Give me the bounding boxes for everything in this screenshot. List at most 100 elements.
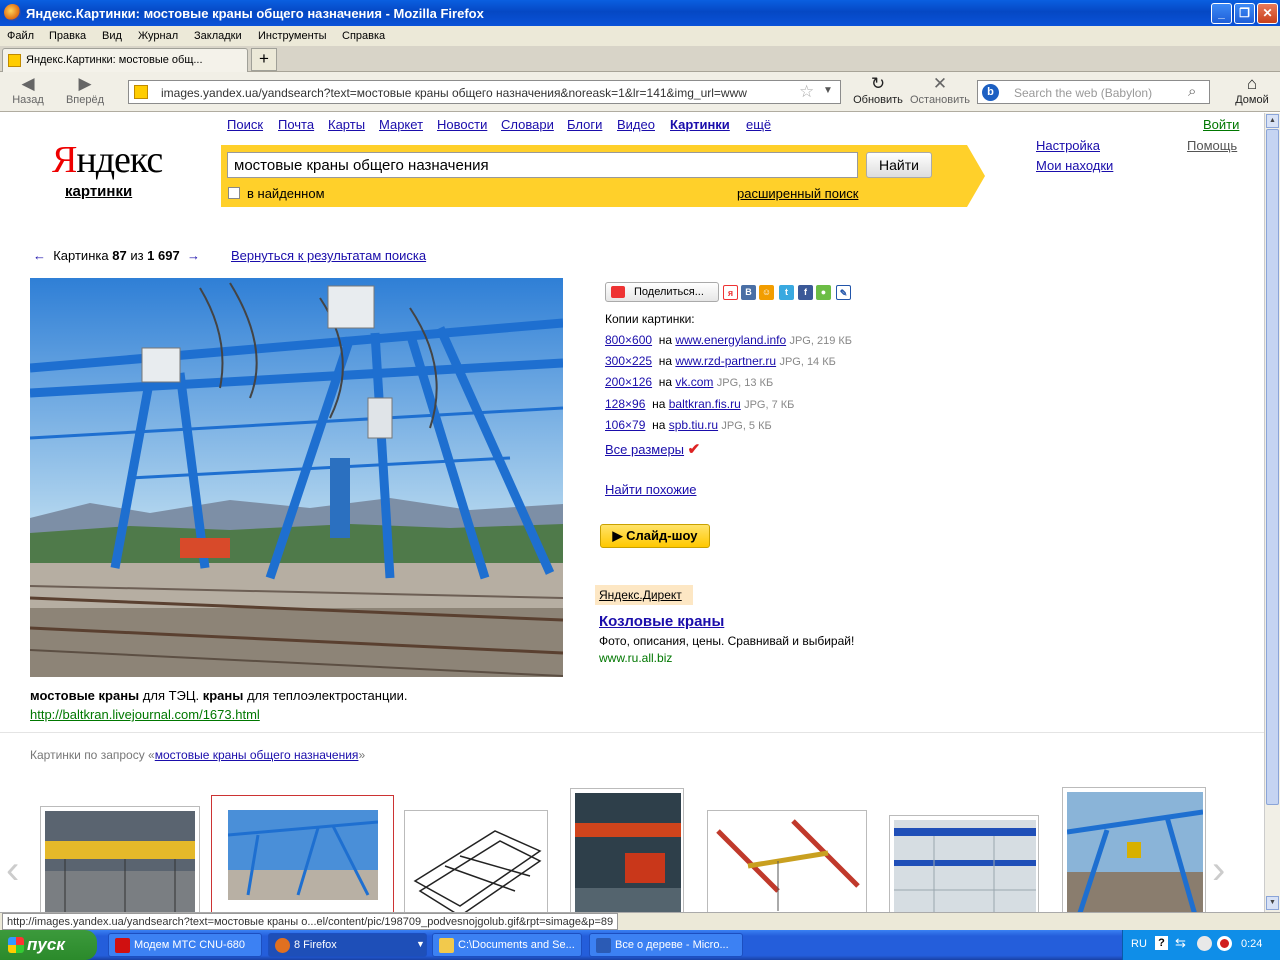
service-market[interactable]: Маркет [379, 117, 423, 132]
search-icon[interactable]: ⌕ [1188, 83, 1196, 100]
carousel-next-icon[interactable]: › [1212, 848, 1225, 893]
slideshow-button[interactable]: ▶ Слайд-шоу [600, 524, 710, 548]
thumbnail-selected[interactable] [211, 795, 394, 912]
minimize-icon[interactable]: _ [1211, 3, 1232, 24]
thumbnail[interactable] [889, 815, 1039, 912]
task-firefox[interactable]: 8 Firefox ▼ [268, 933, 427, 957]
home-button[interactable]: ⌂ Домой [1232, 74, 1272, 106]
task-word[interactable]: Все о дереве - Micro... [589, 933, 743, 957]
volume-icon[interactable] [1197, 936, 1212, 951]
service-maps[interactable]: Карты [328, 117, 365, 132]
network-icon[interactable]: ⇆ [1175, 935, 1186, 951]
service-blogs[interactable]: Блоги [567, 117, 602, 132]
ad-url[interactable]: www.ru.all.biz [599, 651, 672, 665]
copy-site-link[interactable]: www.energyland.info [675, 333, 786, 347]
url-text[interactable]: images.yandex.ua/yandsearch?text=мостовы… [161, 86, 791, 100]
clock[interactable]: 0:24 [1241, 938, 1262, 950]
scroll-down-icon[interactable]: ▼ [1266, 896, 1279, 910]
source-link[interactable]: http://baltkran.livejournal.com/1673.htm… [30, 707, 260, 722]
url-bar[interactable]: images.yandex.ua/yandsearch?text=мостовы… [128, 80, 841, 104]
service-mail[interactable]: Почта [278, 117, 314, 132]
service-more[interactable]: ещё [746, 117, 771, 132]
web-search-bar[interactable]: b Search the web (Babylon) ⌕ [977, 80, 1210, 104]
next-image-arrow[interactable]: → [187, 248, 200, 263]
babylon-icon[interactable]: b [982, 84, 999, 101]
task-explorer[interactable]: C:\Documents and Se... [432, 933, 582, 957]
scroll-thumb[interactable] [1266, 129, 1279, 805]
in-found-label[interactable]: в найденном [247, 186, 325, 201]
menu-view[interactable]: Вид [102, 30, 122, 42]
service-video[interactable]: Видео [617, 117, 655, 132]
yandex-direct-label[interactable]: Яндекс.Директ [595, 585, 693, 605]
copy-site-link[interactable]: spb.tiu.ru [669, 418, 718, 432]
ya-ru-icon[interactable]: я [723, 285, 738, 300]
odnoklassniki-icon[interactable]: ☺ [759, 285, 774, 300]
copy-size-link[interactable]: 800×600 [605, 333, 652, 347]
reload-button[interactable]: ↻ Обновить [850, 74, 906, 106]
thumbnail[interactable] [570, 788, 684, 912]
menu-tools[interactable]: Инструменты [258, 30, 327, 42]
share-button[interactable]: Поделиться... [605, 282, 719, 302]
back-button[interactable]: ◀ Назад [8, 74, 48, 106]
close-icon[interactable]: ✕ [1257, 3, 1278, 24]
copy-site-link[interactable]: www.rzd-partner.ru [675, 354, 776, 368]
tab-yandex-images[interactable]: Яндекс.Картинки: мостовые общ... [2, 48, 248, 72]
bookmark-star-icon[interactable]: ☆ [799, 82, 814, 102]
related-query-link[interactable]: мостовые краны общего назначения [155, 748, 359, 762]
service-dictionaries[interactable]: Словари [501, 117, 554, 132]
menu-file[interactable]: Файл [7, 30, 34, 42]
find-similar-link[interactable]: Найти похожие [605, 482, 696, 497]
new-tab-button[interactable]: + [251, 48, 277, 71]
login-link[interactable]: Войти [1203, 117, 1239, 132]
vkontakte-icon[interactable]: В [741, 285, 756, 300]
my-finds-link[interactable]: Мои находки [1036, 158, 1113, 173]
all-sizes-link[interactable]: Все размеры [605, 442, 684, 457]
advanced-search-link[interactable]: расширенный поиск [737, 186, 858, 201]
logo-subtitle[interactable]: картинки [65, 183, 132, 200]
twitter-icon[interactable]: t [779, 285, 794, 300]
copy-size-link[interactable]: 200×126 [605, 375, 652, 389]
task-group-dropdown-icon[interactable]: ▼ [416, 939, 425, 949]
language-indicator[interactable]: RU [1131, 938, 1147, 950]
back-to-results-link[interactable]: Вернуться к результатам поиска [231, 248, 426, 263]
maximize-icon[interactable]: ❐ [1234, 3, 1255, 24]
menu-bookmarks[interactable]: Закладки [194, 30, 242, 42]
main-image[interactable] [30, 278, 563, 677]
prev-image-arrow[interactable]: ← [33, 248, 46, 263]
service-search[interactable]: Поиск [227, 117, 263, 132]
search-placeholder[interactable]: Search the web (Babylon) [1014, 86, 1152, 100]
carousel-prev-icon[interactable]: ‹ [6, 848, 19, 893]
service-images[interactable]: Картинки [670, 117, 730, 132]
help-link[interactable]: Помощь [1187, 138, 1237, 153]
facebook-icon[interactable]: f [798, 285, 813, 300]
help-icon[interactable]: ? [1155, 936, 1168, 950]
find-button[interactable]: Найти [866, 152, 932, 178]
copy-size-link[interactable]: 300×225 [605, 354, 652, 368]
in-found-checkbox[interactable] [228, 187, 240, 199]
service-news[interactable]: Новости [437, 117, 487, 132]
thumbnail[interactable] [404, 810, 548, 912]
copy-size-link[interactable]: 106×79 [605, 418, 645, 432]
thumbnail[interactable] [707, 810, 867, 912]
task-modem[interactable]: Модем МТС CNU-680 [108, 933, 262, 957]
copy-site-link[interactable]: vk.com [675, 375, 713, 389]
thumbnail[interactable] [40, 806, 200, 912]
copy-size-link[interactable]: 128×96 [605, 397, 645, 411]
url-dropdown-icon[interactable]: ▼ [823, 85, 833, 96]
forward-button[interactable]: ▶ Вперёд [60, 74, 110, 106]
antivirus-icon[interactable] [1217, 936, 1232, 951]
page-scrollbar[interactable]: ▲ ▼ [1264, 113, 1280, 912]
menu-history[interactable]: Журнал [138, 30, 178, 42]
thumbnail[interactable] [1062, 787, 1206, 912]
scroll-up-icon[interactable]: ▲ [1266, 114, 1279, 128]
start-button[interactable]: пуск [0, 930, 97, 960]
copy-site-link[interactable]: baltkran.fis.ru [669, 397, 741, 411]
search-input[interactable]: мостовые краны общего назначения [227, 152, 858, 178]
livejournal-icon[interactable]: ✎ [836, 285, 851, 300]
ad-title-link[interactable]: Козловые краны [599, 613, 724, 630]
menu-help[interactable]: Справка [342, 30, 385, 42]
menu-edit[interactable]: Правка [49, 30, 86, 42]
stop-button[interactable]: ✕ Остановить [908, 74, 972, 106]
moikrug-icon[interactable]: ● [816, 285, 831, 300]
settings-link[interactable]: Настройка [1036, 138, 1100, 153]
